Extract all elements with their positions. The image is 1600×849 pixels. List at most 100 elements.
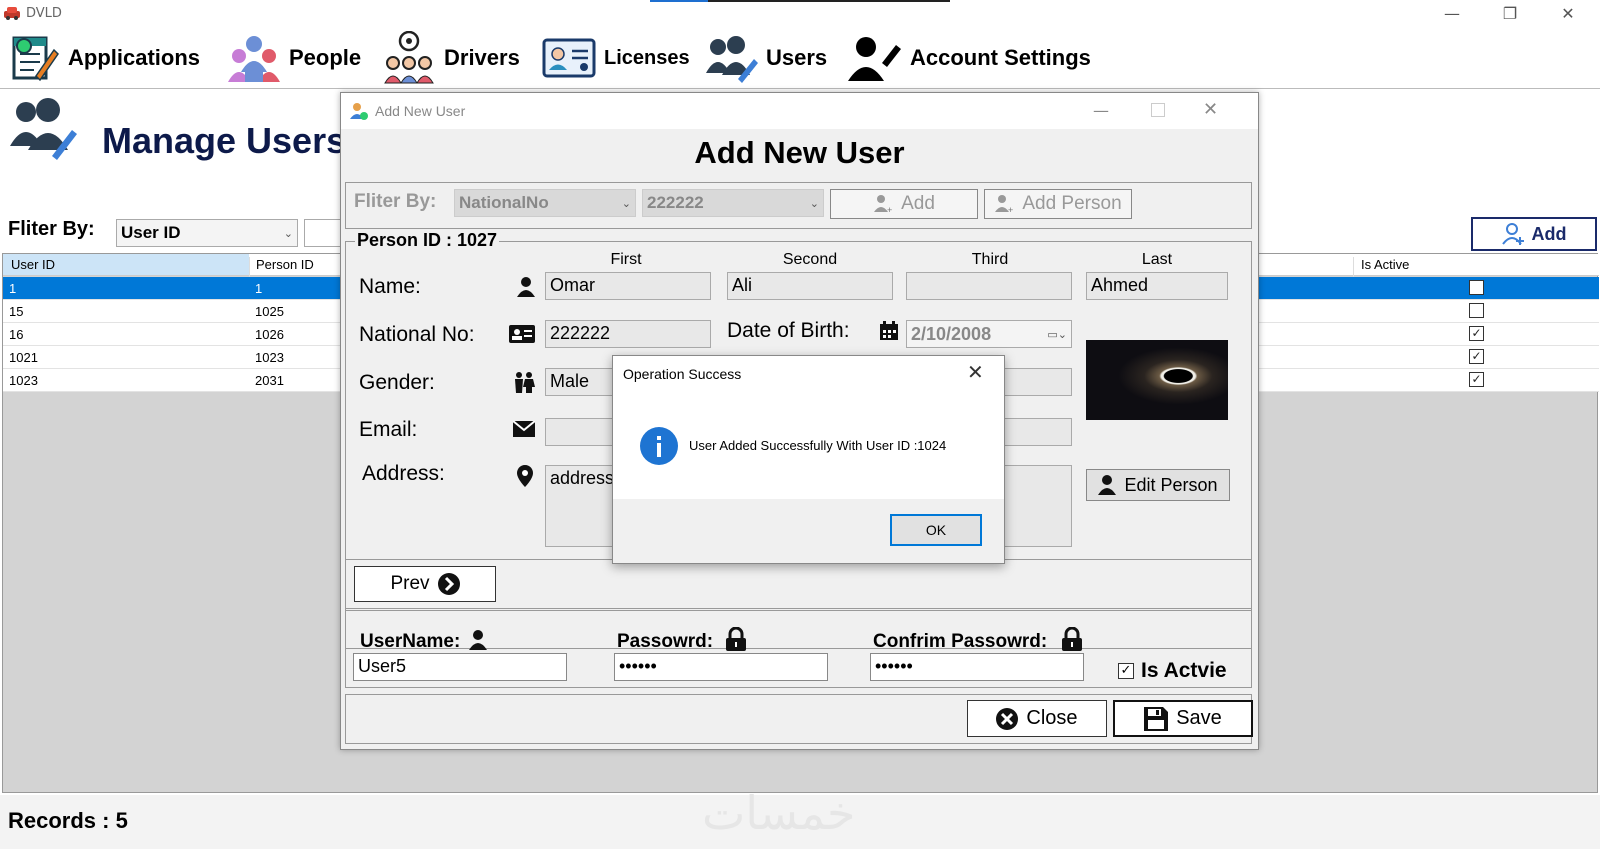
gender-field[interactable]: Male <box>545 368 615 396</box>
menu-users[interactable]: Users <box>704 28 827 88</box>
close-dialog-icon[interactable]: ✕ <box>1203 99 1218 120</box>
dob-value: 2/10/2008 <box>911 323 992 344</box>
filter-add-label: Add <box>901 193 935 214</box>
filter-by-select[interactable]: User ID ⌄ <box>116 219 298 247</box>
chevron-down-icon: ⌄ <box>283 227 293 240</box>
is-active-checkbox[interactable]: ✓ <box>1469 372 1484 387</box>
close-window-icon[interactable]: ✕ <box>1556 4 1580 24</box>
cell-user-id: 1023 <box>9 373 38 388</box>
menu-drivers[interactable]: Drivers <box>382 28 520 88</box>
is-active-checkbox[interactable] <box>1469 280 1484 295</box>
window-title: DVLD <box>26 6 62 21</box>
name-label: Name: <box>359 275 421 298</box>
national-no-field[interactable]: 222222 <box>545 320 711 348</box>
second-name-field[interactable]: Ali <box>727 272 893 300</box>
title-indicator <box>650 0 950 2</box>
person-icon <box>1098 475 1117 495</box>
menu-applications[interactable]: Applications <box>8 28 200 88</box>
cell-user-id: 16 <box>9 327 24 342</box>
minimize-icon[interactable]: — <box>1093 101 1109 120</box>
filter-label: Fliter By: <box>354 191 437 212</box>
menu-account-settings[interactable]: Account Settings <box>846 28 1091 88</box>
navigation-group: Prev <box>345 559 1252 611</box>
filter-group: Fliter By: NationalNo ⌄ 222222 ⌄ + Add + A… <box>345 182 1252 229</box>
menu-label: Licenses <box>604 46 690 69</box>
col-is-active[interactable]: Is Active <box>1361 257 1409 272</box>
menu-label: People <box>289 45 362 70</box>
date-of-birth-picker[interactable]: 2/10/2008 ▭⌄ <box>906 320 1072 348</box>
arrow-right-circle-icon <box>437 573 460 595</box>
filter-field-select[interactable]: NationalNo ⌄ <box>454 189 636 217</box>
window-titlebar: DVLD — ❐ ✕ <box>0 0 1600 28</box>
cell-person-id: 1025 <box>255 304 284 319</box>
cell-user-id: 1 <box>9 281 17 296</box>
add-user-icon <box>350 103 368 120</box>
close-label: Close <box>1026 707 1078 729</box>
cell-person-id: 1026 <box>255 327 284 342</box>
calendar-icon <box>880 321 898 340</box>
person-photo <box>1086 340 1228 420</box>
add-user-icon <box>1501 223 1524 245</box>
is-active-checkbox[interactable] <box>1469 303 1484 318</box>
email-icon <box>513 421 535 437</box>
add-user-button[interactable]: Add <box>1471 217 1597 251</box>
main-menu: Applications People Drivers Licenses Use… <box>0 28 1600 88</box>
first-name-field[interactable]: Omar <box>545 272 711 300</box>
watermark-text: خمسات <box>702 786 856 840</box>
add-person-button[interactable]: + Add Person <box>984 189 1132 219</box>
username-label: UserName: <box>360 631 461 652</box>
username-field[interactable]: User5 <box>353 653 567 681</box>
filter-field-value: NationalNo <box>459 193 549 212</box>
col-user-id[interactable]: User ID <box>11 257 55 272</box>
filter-add-button[interactable]: + Add <box>830 189 978 219</box>
last-name-field[interactable]: Ahmed <box>1086 272 1228 300</box>
dialog-titlebar: Add New User — ✕ <box>341 93 1258 129</box>
people-icon <box>228 36 280 82</box>
email-label: Email: <box>359 418 418 441</box>
col-second-label: Second <box>782 251 838 268</box>
close-button[interactable]: Close <box>967 700 1107 737</box>
car-icon <box>4 7 20 20</box>
account-settings-icon <box>848 37 901 81</box>
cell-person-id: 1023 <box>255 350 284 365</box>
col-first-label: First <box>610 251 642 268</box>
confirm-password-field[interactable]: •••••• <box>870 653 1084 681</box>
person-icon <box>517 277 535 297</box>
col-person-id[interactable]: Person ID <box>256 257 314 272</box>
menu-people[interactable]: People <box>227 28 361 88</box>
id-card-icon <box>509 325 535 343</box>
person-id-label: Person ID : 1027 <box>355 230 500 251</box>
close-message-icon[interactable]: ✕ <box>967 360 984 384</box>
menu-label: Account Settings <box>910 45 1091 70</box>
restore-icon[interactable]: ❐ <box>1498 4 1522 24</box>
save-button[interactable]: Save <box>1113 700 1253 737</box>
add-user-label: Add <box>1531 223 1567 244</box>
third-name-field[interactable] <box>906 272 1072 300</box>
menu-licenses[interactable]: Licenses <box>542 28 690 88</box>
is-active-checkbox[interactable]: ✓ <box>1469 326 1484 341</box>
success-message-box: Operation Success ✕ User Added Successfu… <box>612 355 1005 564</box>
cell-user-id: 15 <box>9 304 24 319</box>
dob-label: Date of Birth: <box>727 319 850 342</box>
col-third-label: Third <box>971 251 1009 268</box>
save-label: Save <box>1176 707 1222 729</box>
add-person-icon: + <box>995 195 1014 214</box>
dialog-heading: Add New User <box>694 135 905 170</box>
drivers-icon <box>384 31 434 84</box>
licenses-icon <box>542 38 596 78</box>
ok-button[interactable]: OK <box>890 514 982 546</box>
password-field[interactable]: •••••• <box>614 653 828 681</box>
maximize-icon[interactable] <box>1151 103 1165 117</box>
filter-value-input[interactable]: 222222 ⌄ <box>642 189 824 217</box>
is-active-checkbox[interactable]: ✓ <box>1469 349 1484 364</box>
prev-button[interactable]: Prev <box>354 566 496 602</box>
dialog-window-title: Add New User <box>375 103 466 119</box>
prev-label: Prev <box>390 573 430 594</box>
minimize-icon[interactable]: — <box>1440 4 1464 24</box>
email-field[interactable] <box>545 418 615 446</box>
is-active-checkbox[interactable]: ✓ <box>1118 663 1134 679</box>
filter-input[interactable] <box>304 219 344 247</box>
cell-person-id: 2031 <box>255 373 284 388</box>
message-title: Operation Success <box>623 366 742 382</box>
edit-person-button[interactable]: Edit Person <box>1086 469 1230 501</box>
